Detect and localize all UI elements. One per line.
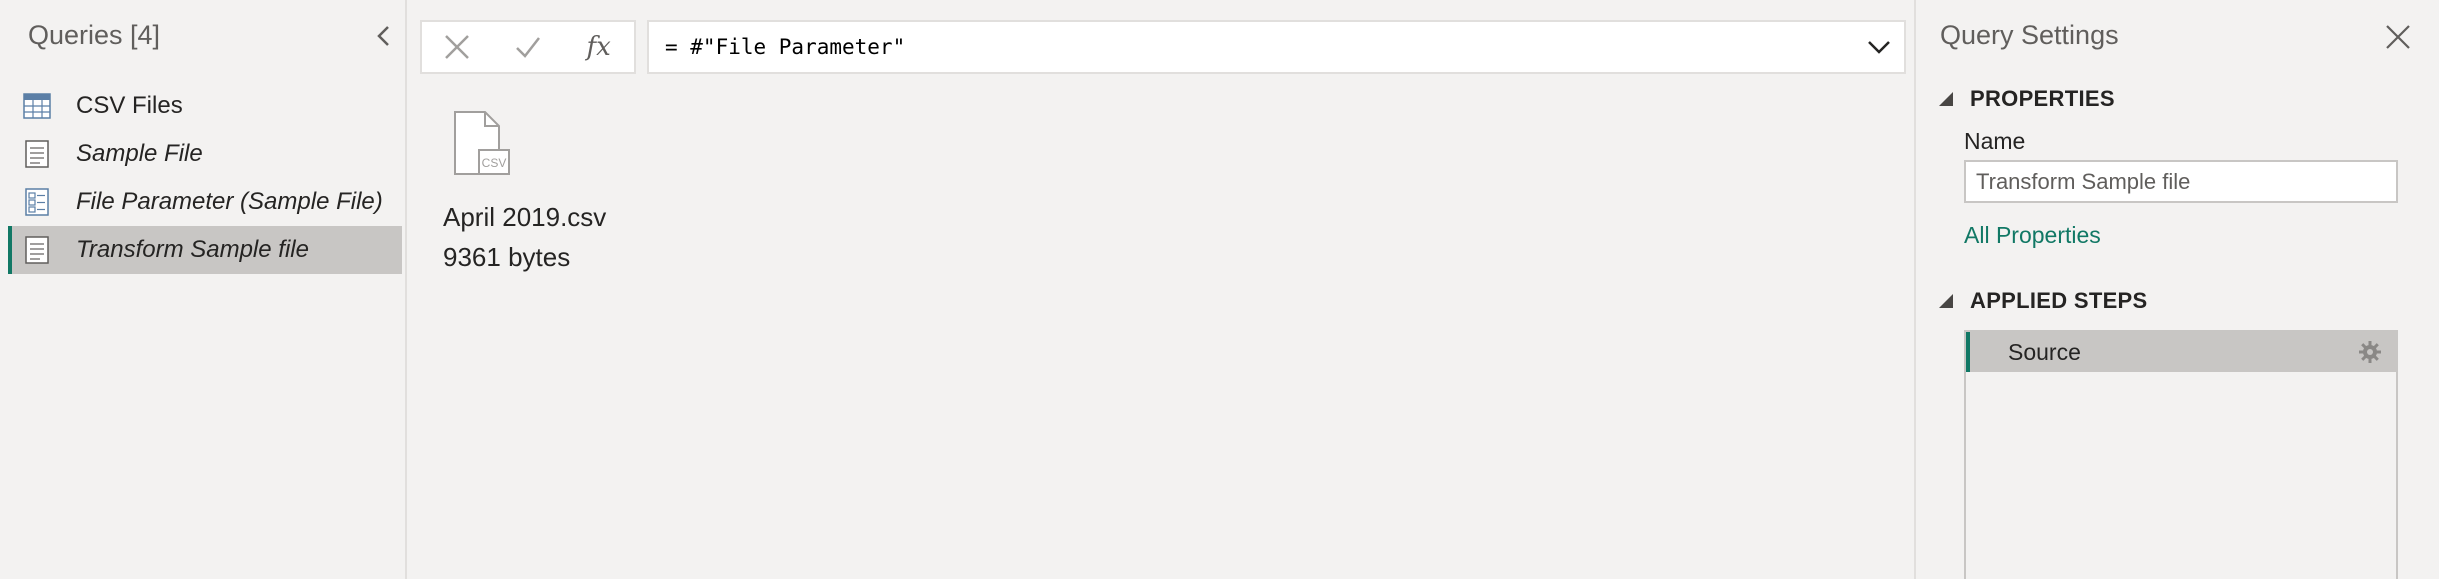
file-size: 9361 bytes — [443, 242, 571, 272]
parameter-icon — [22, 187, 52, 217]
caret-expanded-icon — [1939, 294, 1953, 308]
query-item-transform-sample-file[interactable]: Transform Sample file — [8, 226, 402, 274]
formula-buttons: fx — [420, 20, 636, 74]
document-icon — [22, 235, 52, 265]
collapse-queries-button[interactable] — [372, 22, 396, 50]
csv-file-icon: CSV — [454, 111, 510, 175]
close-icon — [445, 35, 470, 59]
query-item-file-parameter[interactable]: File Parameter (Sample File) — [8, 178, 402, 226]
name-label: Name — [1964, 128, 2026, 154]
properties-label: PROPERTIES — [1970, 86, 2115, 111]
file-name: April 2019.csv — [443, 202, 607, 232]
applied-steps-list: Source — [1964, 330, 2398, 579]
all-properties-link[interactable]: All Properties — [1964, 222, 2101, 249]
document-icon — [22, 139, 52, 169]
close-settings-button[interactable] — [2383, 22, 2413, 52]
caret-expanded-icon — [1939, 92, 1953, 106]
applied-steps-label: APPLIED STEPS — [1970, 288, 2148, 313]
insert-function-button[interactable]: fx — [563, 22, 634, 72]
query-label: Transform Sample file — [76, 236, 309, 263]
power-query-editor: Queries [4] CSV Files Sample File File P… — [0, 0, 2439, 579]
step-label: Source — [2008, 338, 2081, 365]
queries-header: Queries [4] — [28, 20, 161, 50]
chevron-left-icon — [377, 26, 389, 46]
fx-icon: fx — [586, 32, 611, 62]
query-label: CSV Files — [76, 92, 183, 119]
table-icon — [22, 91, 52, 121]
checkmark-icon — [516, 37, 540, 58]
binary-preview[interactable]: CSV April 2019.csv 9361 bytes — [443, 110, 663, 277]
query-item-sample-file[interactable]: Sample File — [8, 130, 402, 178]
expand-formula-button[interactable] — [1854, 22, 1904, 72]
applied-steps-section-header[interactable]: APPLIED STEPS — [1938, 288, 2148, 314]
close-icon — [2386, 25, 2410, 49]
query-label: File Parameter (Sample File) — [76, 188, 383, 215]
settings-title: Query Settings — [1940, 20, 2119, 50]
properties-section-header[interactable]: PROPERTIES — [1938, 86, 2115, 112]
formula-bar[interactable]: = #"File Parameter" — [647, 20, 1906, 74]
queries-pane: Queries [4] CSV Files Sample File File P… — [0, 0, 407, 579]
query-settings-pane: Query Settings PROPERTIES Name All Prope… — [1914, 0, 2439, 579]
query-item-csv-files[interactable]: CSV Files — [8, 82, 402, 130]
file-badge: CSV — [482, 156, 507, 170]
chevron-down-icon — [1868, 41, 1890, 54]
cancel-formula-button[interactable] — [422, 22, 493, 72]
query-name-input[interactable] — [1964, 160, 2398, 203]
gear-icon[interactable] — [2358, 340, 2382, 364]
formula-input[interactable]: = #"File Parameter" — [649, 35, 1854, 59]
step-source[interactable]: Source — [1966, 332, 2396, 372]
query-list: CSV Files Sample File File Parameter (Sa… — [8, 82, 402, 274]
commit-formula-button[interactable] — [493, 22, 564, 72]
query-label: Sample File — [76, 140, 203, 167]
